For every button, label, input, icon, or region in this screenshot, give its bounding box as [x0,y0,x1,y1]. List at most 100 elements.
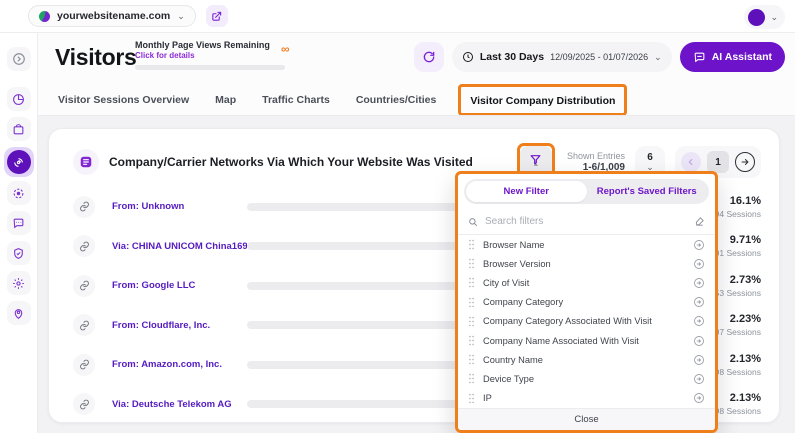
refresh-button[interactable] [414,42,444,72]
open-site-button[interactable] [206,5,228,27]
arrow-right-circle-icon[interactable] [693,239,705,251]
tab-visitor-company-distribution[interactable]: Visitor Company Distribution [470,95,615,107]
link-icon[interactable] [73,354,95,376]
previous-page-button[interactable] [681,152,701,172]
sidebar-item-analytics[interactable] [7,87,31,111]
network-label[interactable]: Via: Deutsche Telekom AG [112,399,247,410]
filter-item[interactable]: Browser Version [458,254,715,273]
location-user-icon [12,307,25,320]
filter-item[interactable]: Browser Name [458,235,715,254]
sidebar-item-security[interactable] [7,241,31,265]
app-window: yourwebsitename.com ⌄ ⌄ [0,0,795,433]
arrow-right-circle-icon[interactable] [693,335,705,347]
next-page-button[interactable] [735,152,755,172]
ai-chat-icon [693,51,706,64]
clock-icon [462,51,474,63]
filter-item-label: Browser Name [483,240,693,250]
link-icon[interactable] [73,393,95,415]
filter-item[interactable]: Device Type [458,369,715,388]
link-icon[interactable] [73,314,95,336]
drag-handle-icon[interactable] [468,258,475,269]
filter-item[interactable]: Company Category Associated With Visit [458,312,715,331]
filter-item[interactable]: City of Visit [458,273,715,292]
filter-item-label: Country Name [483,355,693,365]
link-icon[interactable] [73,235,95,257]
drag-handle-icon[interactable] [468,393,475,404]
filter-item[interactable]: Company Name Associated With Visit [458,331,715,350]
drag-handle-icon[interactable] [468,297,475,308]
network-label[interactable]: From: Cloudflare, Inc. [112,320,247,331]
site-name: yourwebsitename.com [57,10,170,22]
network-label[interactable]: From: Unknown [112,201,247,212]
tab-countries-cities[interactable]: Countries/Cities [356,94,437,106]
ai-assistant-button[interactable]: AI Assistant [680,42,785,72]
site-selector[interactable]: yourwebsitename.com ⌄ [28,5,196,27]
sidebar-item-settings[interactable] [7,271,31,295]
sidebar-item-location[interactable] [7,301,31,325]
refresh-icon [422,50,436,64]
pie-chart-icon [12,93,25,106]
filter-item-label: Company Category Associated With Visit [483,316,693,326]
date-range-picker[interactable]: Last 30 Days 12/09/2025 - 01/07/2026 ⌄ [452,42,672,72]
filter-search-row [458,209,715,235]
filter-item-label: Device Type [483,374,693,384]
header-controls: Last 30 Days 12/09/2025 - 01/07/2026 ⌄ A… [414,42,785,72]
link-icon[interactable] [73,275,95,297]
drag-handle-icon[interactable] [468,335,475,346]
arrow-right-circle-icon[interactable] [693,354,705,366]
filter-item[interactable]: Country Name [458,350,715,369]
external-link-icon [211,11,222,22]
filter-search-input[interactable] [485,216,694,227]
arrow-right-circle-icon[interactable] [693,373,705,385]
filter-item-label: Company Category [483,297,693,307]
sidebar-item-goals[interactable] [7,181,31,205]
shown-entries: Shown Entries 1-6/1,009 [567,151,625,173]
link-icon[interactable] [73,196,95,218]
tab-new-filter[interactable]: New Filter [466,181,587,202]
pageviews-details-link[interactable]: Click for details [135,51,285,60]
gear-icon [12,277,25,290]
drag-handle-icon[interactable] [468,354,475,365]
network-label[interactable]: From: Google LLC [112,280,247,291]
tab-visitor-sessions-overview[interactable]: Visitor Sessions Overview [58,94,189,106]
avatar [748,9,765,26]
filter-item-label: IP [483,393,693,403]
arrow-right-circle-icon[interactable] [693,296,705,308]
drag-handle-icon[interactable] [468,373,475,384]
network-label[interactable]: From: Amazon.com, Inc. [112,359,247,370]
arrow-right-circle-icon[interactable] [693,277,705,289]
sidebar [0,33,38,433]
tab-map[interactable]: Map [215,94,236,106]
network-label[interactable]: Via: CHINA UNICOM China169 Backbone [112,241,247,252]
filter-item[interactable]: Company Category [458,293,715,312]
sidebar-item-orders[interactable] [7,117,31,141]
drag-handle-icon[interactable] [468,239,475,250]
filter-item[interactable]: IP [458,389,715,408]
chevron-down-icon: ⌄ [177,12,185,21]
annotation-box-active-tab: Visitor Company Distribution [458,84,627,116]
sidebar-item-collapse[interactable] [7,47,31,71]
tab-reports-saved-filters[interactable]: Report's Saved Filters [587,181,708,202]
clear-search-icon[interactable] [694,216,705,227]
drag-handle-icon[interactable] [468,316,475,327]
box-icon [12,123,25,136]
user-menu[interactable]: ⌄ [744,5,785,29]
filter-close-button[interactable]: Close [458,408,715,430]
tab-traffic-charts[interactable]: Traffic Charts [262,94,330,106]
sidebar-item-feedback[interactable] [7,211,31,235]
current-page[interactable]: 1 [707,151,729,173]
pageviews-progress-bar [135,65,285,70]
pageviews-title: Monthly Page Views Remaining [135,40,285,50]
filter-panel-tabs: New Filter Report's Saved Filters [464,179,709,204]
sidebar-item-visitors[interactable] [4,147,34,177]
drag-handle-icon[interactable] [468,277,475,288]
filter-item-label: Browser Version [483,259,693,269]
visitors-radar-icon [7,150,31,174]
filter-panel: New Filter Report's Saved Filters Browse… [455,171,718,433]
filter-items: Browser Name Browser Version City of Vis… [458,235,715,408]
arrow-right-circle-icon[interactable] [693,258,705,270]
search-icon [468,217,478,227]
arrow-right-circle-icon[interactable] [693,315,705,327]
topbar: yourwebsitename.com ⌄ ⌄ [0,0,795,33]
arrow-right-circle-icon[interactable] [693,392,705,404]
